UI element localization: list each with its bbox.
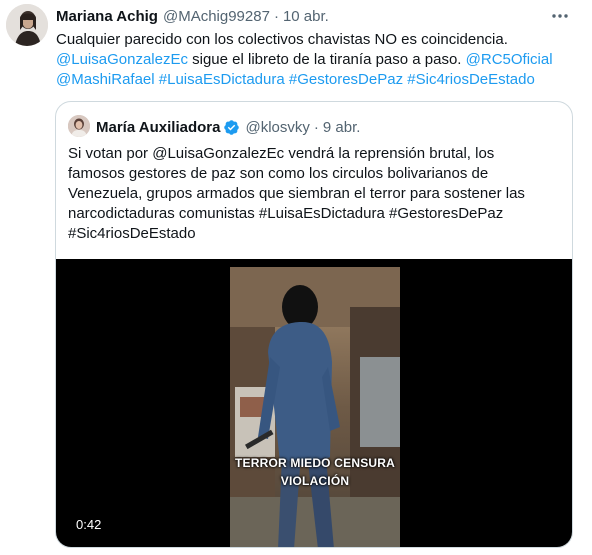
- video-duration-badge: 0:42: [70, 515, 108, 535]
- video-caption: VIOLACIÓN: [280, 474, 350, 488]
- author-name[interactable]: Mariana Achig: [56, 8, 158, 25]
- quoted-tweet-text: Si votan por @LuisaGonzalezEc vendrá la …: [68, 144, 563, 244]
- tweet-text-line-2: @LuisaGonzalezEc sigue el libreto de la …: [56, 50, 576, 70]
- tweet-text-line-3: @MashiRafael #LuisaEsDictadura #Gestores…: [56, 70, 576, 90]
- author-avatar[interactable]: [6, 4, 48, 46]
- video-thumbnail[interactable]: TERROR MIEDO CENSURA VIOLACIÓN: [230, 267, 400, 547]
- quoted-tweet-date[interactable]: 9 abr.: [323, 119, 361, 136]
- quoted-text-line-1: Si votan por @LuisaGonzalezEc vendrá la …: [68, 145, 495, 162]
- tweet-header: Mariana Achig @MAchig99287 · 10 abr.: [56, 8, 329, 28]
- hashtag-link[interactable]: #Sic4riosDeEstado: [407, 71, 535, 88]
- video-caption: TERROR MIEDO CENSURA: [234, 456, 395, 470]
- tweet-date[interactable]: 10 abr.: [283, 8, 329, 25]
- quoted-author-avatar[interactable]: [68, 115, 90, 137]
- quoted-author-handle[interactable]: @klosvky: [245, 119, 309, 136]
- mention-link[interactable]: @LuisaGonzalezEc: [56, 51, 188, 68]
- more-options-button[interactable]: [548, 6, 572, 26]
- verified-badge-icon: [224, 119, 240, 135]
- tweet-text-line-1: Cualquier parecido con los colectivos ch…: [56, 30, 576, 50]
- quoted-text-line-2: famosos gestores de paz son como los cir…: [68, 165, 489, 182]
- author-handle[interactable]: @MAchig99287: [163, 8, 270, 25]
- separator-dot: ·: [273, 8, 279, 25]
- quoted-text-line-5: #Sic4riosDeEstado: [68, 225, 196, 242]
- quoted-author-name[interactable]: María Auxiliadora: [96, 119, 220, 136]
- quoted-tweet[interactable]: María Auxiliadora @klosvky · 9 abr. Si v…: [55, 101, 573, 548]
- quoted-header: María Auxiliadora @klosvky · 9 abr.: [96, 117, 360, 137]
- tweet-text-plain: Cualquier parecido con los colectivos ch…: [56, 31, 508, 48]
- tweet-text-mid: sigue el libreto de la tiranía paso a pa…: [187, 51, 466, 68]
- tweet[interactable]: Mariana Achig @MAchig99287 · 10 abr. Cua…: [0, 0, 592, 555]
- more-horizontal-icon: [552, 14, 568, 18]
- tweet-text: Cualquier parecido con los colectivos ch…: [56, 30, 576, 90]
- hashtag-link[interactable]: #LuisaEsDictadura: [159, 71, 285, 88]
- hashtag-link[interactable]: #GestoresDePaz: [289, 71, 403, 88]
- mention-link[interactable]: @MashiRafael: [56, 71, 155, 88]
- separator-dot: ·: [313, 118, 319, 136]
- quoted-text-line-4: narcodictaduras comunistas #LuisaEsDicta…: [68, 205, 504, 222]
- video-player[interactable]: TERROR MIEDO CENSURA VIOLACIÓN 0:42: [56, 259, 572, 547]
- quoted-text-line-3: Venezuela, grupos armados que siembran e…: [68, 185, 525, 202]
- mention-link[interactable]: @RC5Oficial: [466, 51, 553, 68]
